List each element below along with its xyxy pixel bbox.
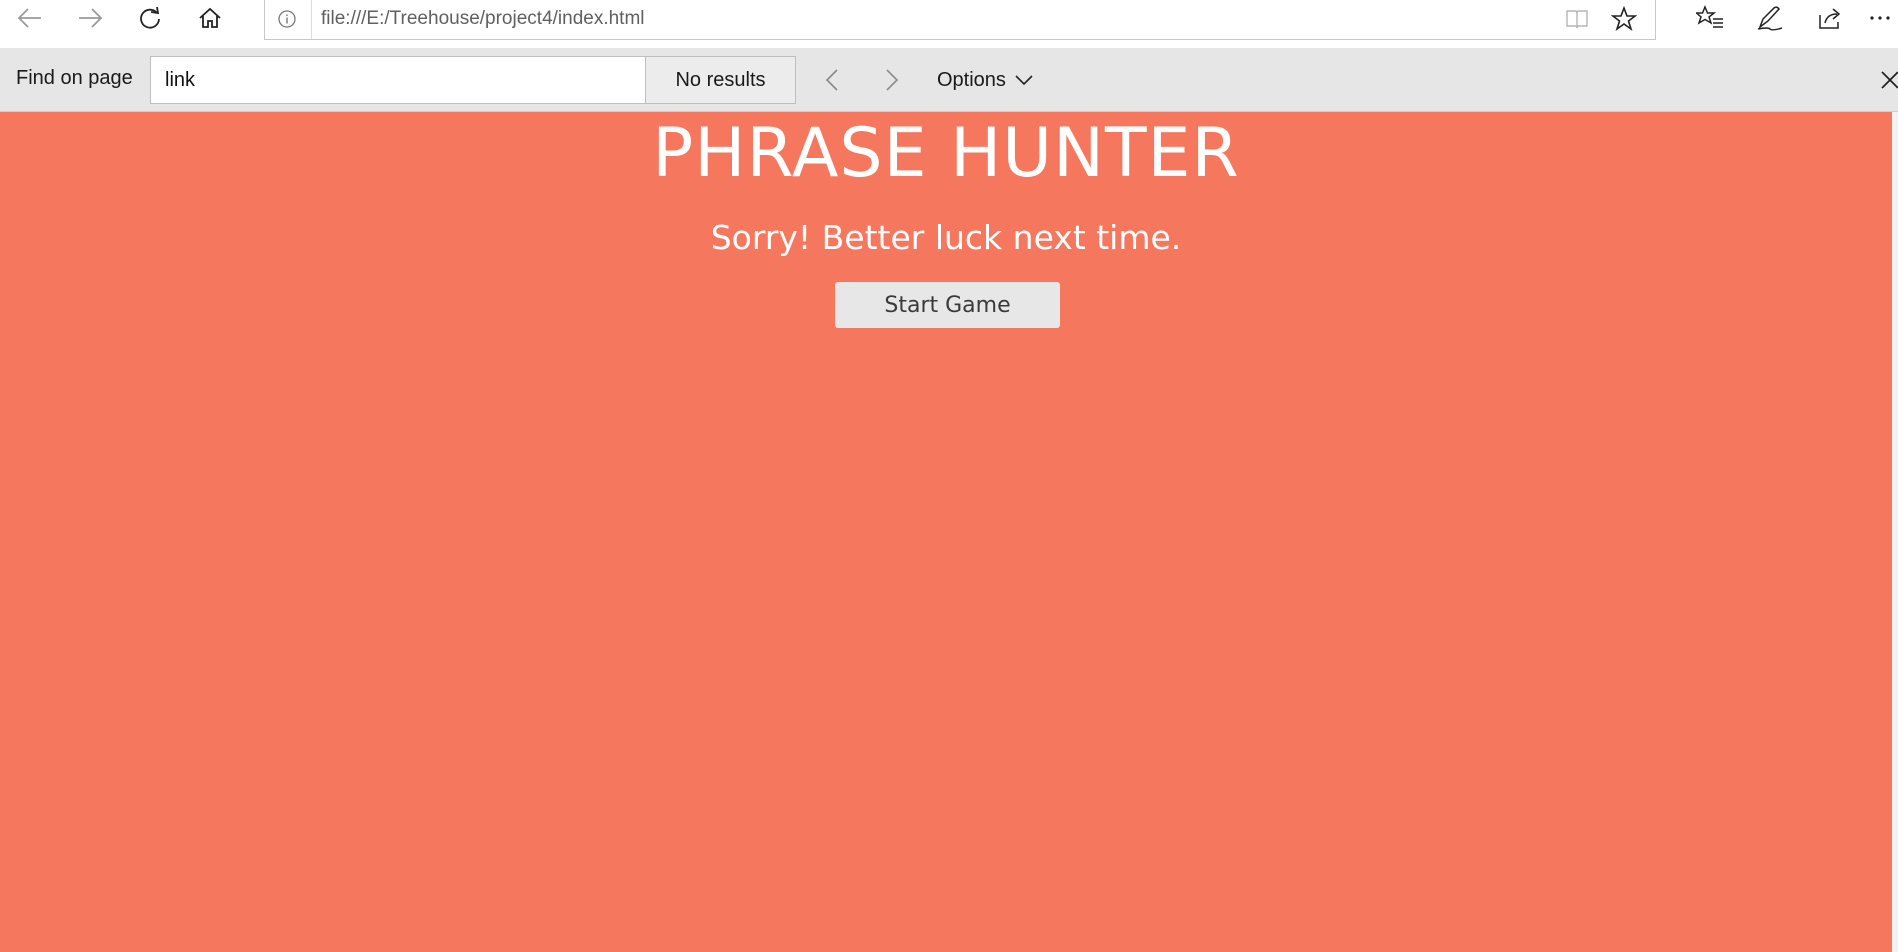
more-button[interactable]: [1862, 0, 1898, 36]
start-game-button[interactable]: Start Game: [835, 282, 1060, 328]
browser-toolbar: file:///E:/Treehouse/project4/index.html: [0, 0, 1898, 48]
notes-button[interactable]: [1746, 0, 1794, 36]
game-title: PHRASE HUNTER: [652, 114, 1240, 193]
share-button[interactable]: [1806, 0, 1854, 36]
close-icon: [1881, 71, 1898, 89]
info-icon[interactable]: [277, 9, 297, 34]
chevron-right-icon: [886, 69, 899, 91]
favorites-list-button[interactable]: [1686, 0, 1734, 36]
back-icon: [17, 8, 41, 28]
forward-icon: [79, 8, 103, 28]
find-options-dropdown[interactable]: Options: [937, 64, 1034, 96]
forward-button[interactable]: [66, 0, 114, 36]
game-over-message: Sorry! Better luck next time.: [710, 218, 1182, 257]
favorite-star-icon[interactable]: [1610, 5, 1638, 37]
home-icon: [199, 7, 221, 28]
find-previous-button[interactable]: [816, 64, 848, 96]
share-icon: [1819, 8, 1841, 29]
find-input[interactable]: [150, 56, 646, 104]
find-next-button[interactable]: [876, 64, 908, 96]
url-separator: [311, 0, 312, 39]
page-viewport: PHRASE HUNTER Sorry! Better luck next ti…: [0, 112, 1898, 952]
find-options-label: Options: [937, 68, 1006, 91]
favorites-list-icon: [1696, 5, 1723, 28]
page-scrollbar[interactable]: [1892, 112, 1898, 952]
refresh-icon: [140, 6, 160, 29]
back-button[interactable]: [6, 0, 54, 36]
home-button[interactable]: [186, 0, 234, 36]
more-icon: [1870, 16, 1890, 20]
url-text[interactable]: file:///E:/Treehouse/project4/index.html: [321, 8, 645, 30]
find-on-page-bar: Find on page No results Options: [0, 48, 1898, 112]
find-label: Find on page: [16, 67, 133, 89]
chevron-down-icon: [1015, 75, 1033, 86]
refresh-button[interactable]: [126, 0, 174, 36]
find-close-button[interactable]: [1868, 66, 1898, 96]
notes-pen-icon: [1757, 6, 1783, 31]
reading-view-icon[interactable]: [1565, 8, 1589, 35]
address-bar[interactable]: file:///E:/Treehouse/project4/index.html: [264, 0, 1656, 40]
chevron-left-icon: [825, 69, 838, 91]
find-results-status: No results: [646, 56, 796, 104]
